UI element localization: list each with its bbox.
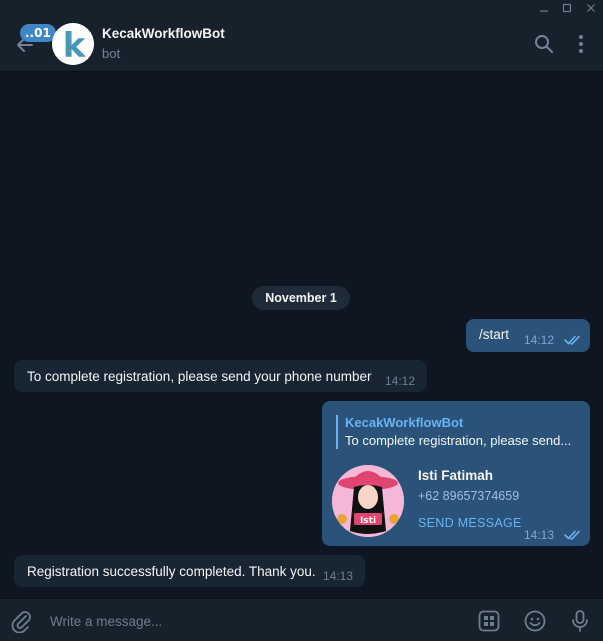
message-time: 14:12 (385, 374, 416, 388)
avatar-letter: k (63, 26, 87, 65)
close-icon[interactable] (580, 0, 602, 16)
reply-sender[interactable]: KecakWorkflowBot (345, 415, 463, 430)
voice-record-button[interactable] (570, 609, 590, 633)
message-bubble-incoming[interactable]: To complete registration, please send yo… (14, 360, 427, 392)
paperclip-icon (11, 611, 31, 634)
double-check-icon (564, 530, 580, 540)
message-time: 14:12 (524, 333, 555, 347)
chat-header: ..01 k KecakWorkflowBot bot (0, 16, 603, 72)
message-text: /start (479, 327, 510, 342)
message-time: 14:13 (323, 569, 354, 583)
maximize-icon[interactable] (556, 0, 578, 16)
bot-commands-button[interactable] (478, 610, 500, 632)
emoji-button[interactable] (524, 610, 546, 632)
chat-title[interactable]: KecakWorkflowBot (102, 26, 225, 41)
contact-avatar[interactable]: Isti (332, 465, 404, 537)
message-text: To complete registration, please send yo… (27, 369, 372, 384)
contact-avatar-caption: Isti (360, 516, 376, 526)
more-vertical-icon (579, 35, 583, 53)
microphone-icon (572, 610, 588, 632)
attach-button[interactable] (10, 609, 32, 634)
reply-bar (336, 415, 338, 449)
search-button[interactable] (534, 34, 554, 54)
message-bubble-outgoing[interactable]: /start 14:12 (466, 319, 590, 352)
unread-badge: ..01 (20, 24, 56, 42)
contact-name[interactable]: Isti Fatimah (418, 468, 493, 483)
message-bubble-incoming[interactable]: Registration successfully completed. Tha… (14, 555, 365, 587)
reply-text[interactable]: To complete registration, please send... (345, 433, 571, 448)
emoji-icon (524, 610, 546, 632)
contact-phone: +62 89657374659 (418, 489, 520, 503)
more-button[interactable] (574, 34, 588, 54)
window-titlebar (0, 0, 603, 16)
message-input[interactable] (50, 611, 450, 631)
message-composer (0, 598, 603, 641)
message-time: 14:13 (524, 528, 555, 542)
date-separator: November 1 (252, 286, 350, 310)
message-bubble-outgoing-contact[interactable]: KecakWorkflowBot To complete registratio… (322, 401, 590, 546)
message-text: Registration successfully completed. Tha… (27, 564, 316, 579)
bot-commands-icon (478, 610, 500, 632)
chat-status: bot (102, 46, 121, 61)
double-check-icon (564, 335, 580, 345)
minimize-icon[interactable] (533, 0, 555, 16)
avatar[interactable]: k (52, 23, 94, 65)
search-icon (535, 35, 553, 53)
send-message-button[interactable]: SEND MESSAGE (418, 516, 522, 530)
